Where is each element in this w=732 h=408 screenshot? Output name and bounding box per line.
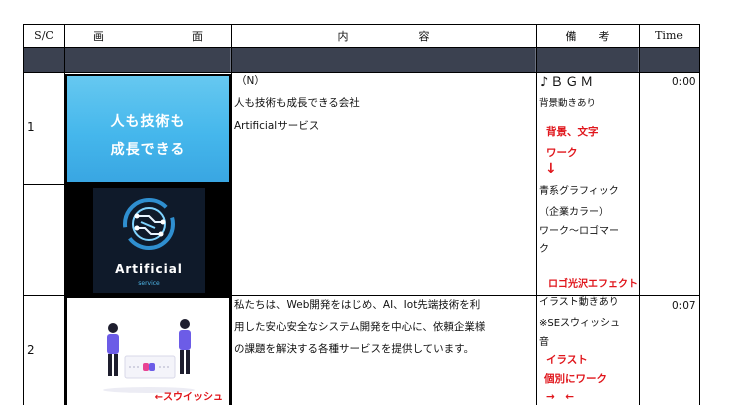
header-content-a: 内 [337,29,349,43]
remark-red: 背景、文字 [546,126,599,138]
header-content-b: 容 [418,29,430,43]
grid-line [231,24,232,405]
header-screen-b: 面 [192,29,203,43]
scene-time: 0:07 [672,300,696,312]
thumb-text-line: 人も技術も [110,114,186,130]
thumbnail-logo: Artificial service [65,184,231,295]
header-sc: S/C [34,29,54,42]
remark-line: ワーク～ロゴマー [539,226,619,237]
scene-number: 1 [27,120,35,134]
header-content: 内 容 [231,24,536,47]
logo-wordmark: Artificial [115,262,183,276]
down-arrow-icon: ↓ [545,161,557,177]
header-screen-a: 画 [93,29,104,43]
content-line: 用した安心安全なシステム開発を中心に、依頼企業様 [234,321,486,333]
content-line: Artificialサービス [234,120,320,132]
header-remarks-a: 備 [565,29,577,43]
header-band [24,48,699,72]
remark-line: ※SEスウィッシュ [539,318,621,329]
header-remarks-b: 考 [598,29,610,43]
header-screen: 画 面 [65,24,231,47]
header-remarks: 備 考 [536,24,639,47]
header-time: Time [655,29,683,42]
remark-line: 青系グラフィック [539,186,619,197]
remark-line: イラスト動きあり [539,297,619,308]
thumbnail-title-card: 人も技術も 成長できる [65,74,231,184]
remark-bgm: ♪ＢＧＭ [540,75,596,90]
scene-time: 0:00 [672,76,696,88]
remark-line: 背景動きあり [539,98,597,109]
grid-line [23,72,699,73]
swoosh-caption: ←スウイッシュ [154,392,223,403]
grid-line [699,24,700,405]
grid-line [23,24,699,25]
scene-number: 2 [27,343,35,357]
content-line: 私たちは、Web開発をはじめ、AI、Iot先端技術を利 [234,299,481,311]
content-line: の課題を解決する各種サービスを提供しています。 [234,343,475,355]
thumb-text-line: 成長できる [110,142,186,158]
grid-line [536,24,537,405]
grid-line [23,47,699,48]
storyboard-sheet: S/C 画 面 内 容 備 考 Time 1 0:00 人も技術も 成長できる [0,0,732,405]
company-logo: Artificial service [93,188,205,293]
content-line: 人も技術も成長できる会社 [234,97,360,109]
thumbnail-illustration: ←スウイッシュ [65,296,231,405]
content-line: （N） [236,75,265,87]
logo-subtitle: service [138,280,160,287]
grid-line [639,24,640,405]
circuit-brain-icon [123,198,175,250]
grid-line [23,24,24,405]
remark-line: ク [539,244,549,255]
